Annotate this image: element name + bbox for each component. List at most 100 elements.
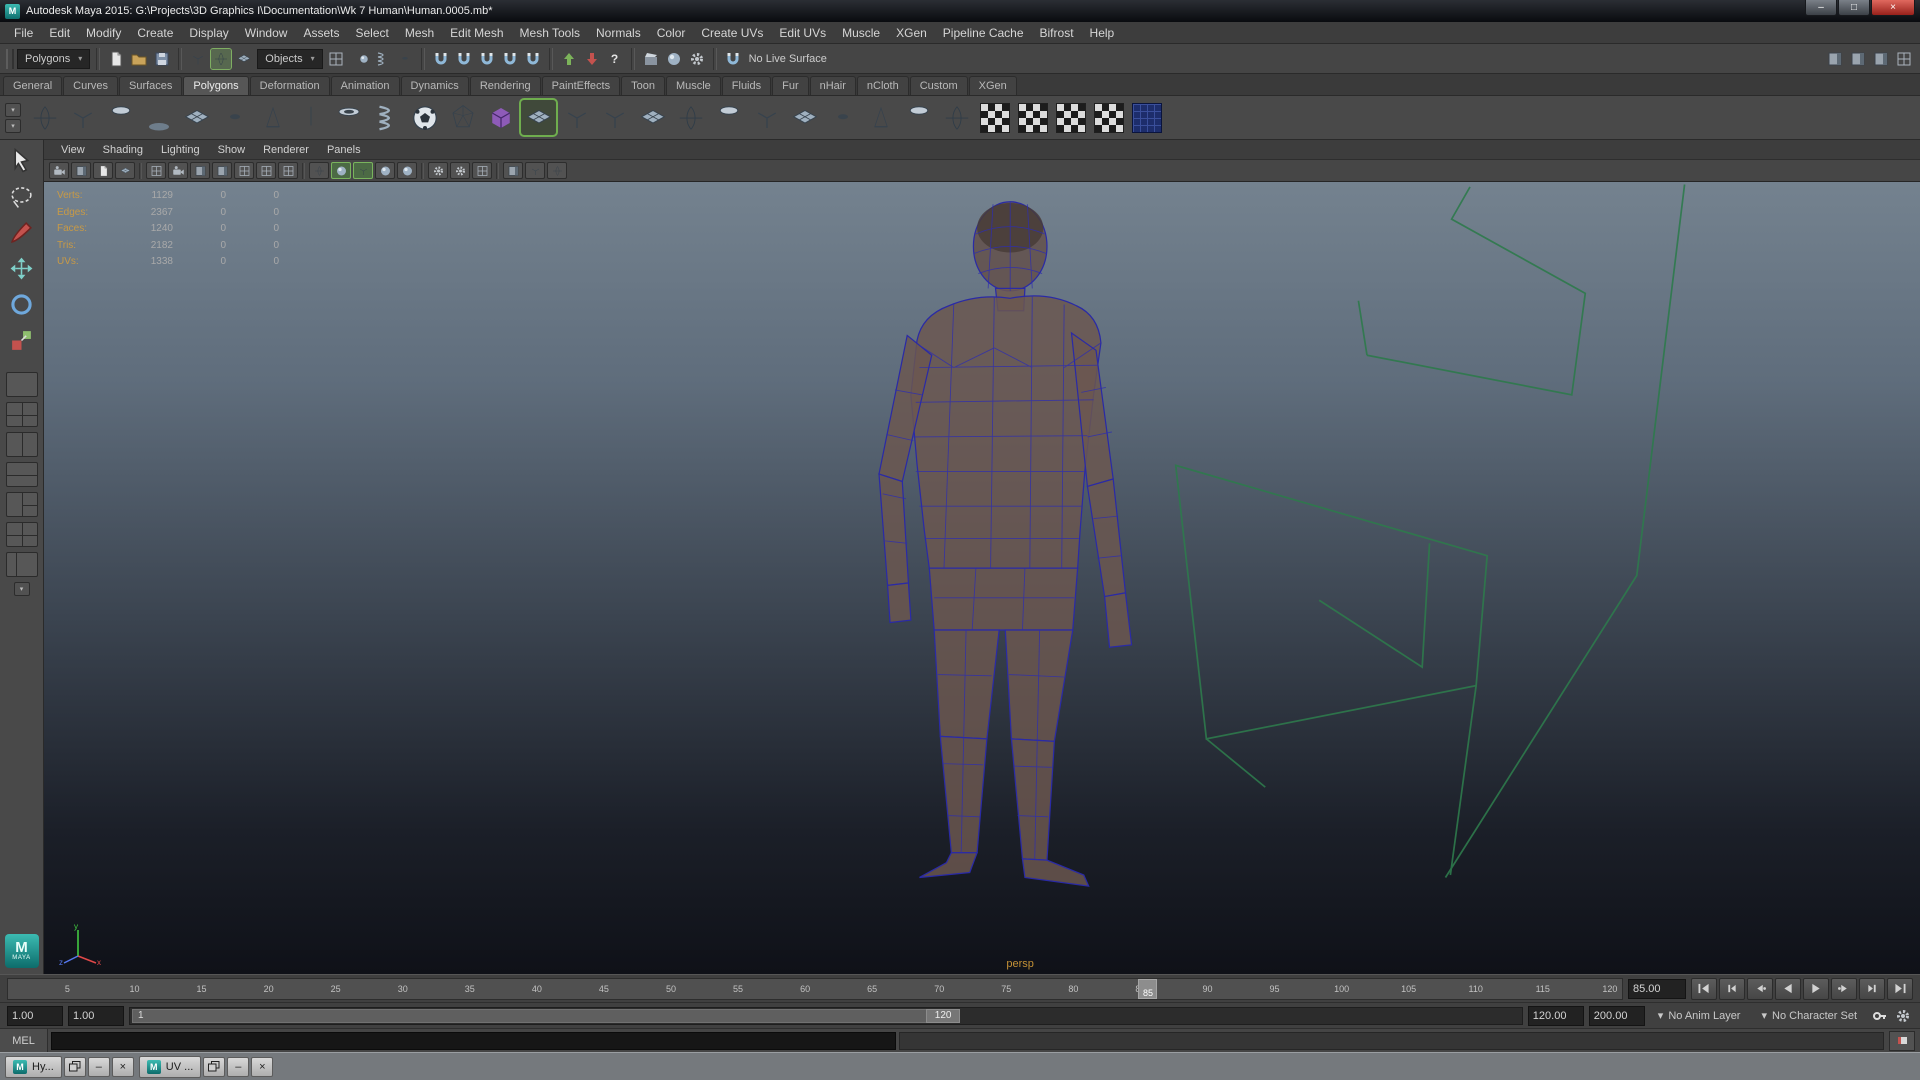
layout-more-button[interactable]: ▾: [14, 582, 30, 596]
range-end-handle[interactable]: 120: [926, 1009, 960, 1023]
menu-modify[interactable]: Modify: [78, 23, 129, 43]
shelf-tab-menu-button[interactable]: ▾: [5, 103, 21, 117]
layout-two-stacked-button[interactable]: [6, 462, 38, 487]
step-back-frame-button[interactable]: [1719, 978, 1745, 1000]
menu-edit[interactable]: Edit: [41, 23, 78, 43]
close-button[interactable]: ×: [1871, 0, 1915, 16]
gate-mask-icon[interactable]: [212, 162, 232, 179]
wireframe-display-icon[interactable]: [309, 162, 329, 179]
shelf-smooth-button[interactable]: [673, 100, 708, 135]
playback-start-field[interactable]: [68, 1006, 124, 1026]
menu-window[interactable]: Window: [237, 23, 296, 43]
shelf-item-menu-button[interactable]: ▾: [5, 119, 21, 133]
shelf-poly-cylinder-button[interactable]: [103, 100, 138, 135]
shelf-tab-deformation[interactable]: Deformation: [250, 76, 330, 95]
shelf-tab-ncloth[interactable]: nCloth: [857, 76, 909, 95]
shelf-insert-edge-loop-button[interactable]: [901, 100, 936, 135]
shelf-uv-checker-4-button[interactable]: [1091, 100, 1126, 135]
menu-edit-mesh[interactable]: Edit Mesh: [442, 23, 511, 43]
shelf-tab-painteffects[interactable]: PaintEffects: [542, 76, 621, 95]
menu-help[interactable]: Help: [1082, 23, 1123, 43]
animation-end-field[interactable]: [1589, 1006, 1645, 1026]
shelf-tab-custom[interactable]: Custom: [910, 76, 968, 95]
selection-mask-selector[interactable]: Objects ▾: [257, 49, 322, 69]
shelf-poly-prism-button[interactable]: [255, 100, 290, 135]
shelf-poly-helix-button[interactable]: [369, 100, 404, 135]
animation-start-field[interactable]: [7, 1006, 63, 1026]
motion-blur-icon[interactable]: [450, 162, 470, 179]
maximize-button[interactable]: □: [1838, 0, 1870, 16]
menu-display[interactable]: Display: [181, 23, 236, 43]
command-result-area[interactable]: [899, 1032, 1884, 1050]
uv-editor-window-button[interactable]: M UV ...: [139, 1056, 202, 1078]
new-scene-icon[interactable]: [106, 49, 126, 69]
script-editor-icon[interactable]: [1889, 1031, 1915, 1051]
layout-single-pane-button[interactable]: [6, 372, 38, 397]
hypershade-restore-button[interactable]: [64, 1057, 86, 1077]
x-ray-icon[interactable]: [525, 162, 545, 179]
select-by-hierarchy-icon[interactable]: [188, 49, 208, 69]
channel-box-toggle-icon[interactable]: [1871, 49, 1891, 69]
shelf-tab-surfaces[interactable]: Surfaces: [119, 76, 182, 95]
command-language-toggle[interactable]: MEL: [0, 1029, 48, 1052]
go-to-end-button[interactable]: [1887, 978, 1913, 1000]
menu-mesh[interactable]: Mesh: [397, 23, 442, 43]
layout-three-split-bottom-button[interactable]: [6, 522, 38, 547]
shelf-tab-fur[interactable]: Fur: [772, 76, 809, 95]
scale-tool-button[interactable]: [5, 325, 39, 356]
shelf-bridge-button[interactable]: [787, 100, 822, 135]
menu-normals[interactable]: Normals: [588, 23, 649, 43]
shelf-uv-checker-3-button[interactable]: [1053, 100, 1088, 135]
shelf-multi-cut-button[interactable]: [863, 100, 898, 135]
viewport[interactable]: Verts:112900 Edges:236700 Faces:124000 T…: [44, 182, 1920, 974]
select-camera-icon[interactable]: [49, 162, 69, 179]
select-tool-button[interactable]: [5, 145, 39, 176]
layout-outliner-persp-button[interactable]: [6, 552, 38, 577]
menu-pipeline-cache[interactable]: Pipeline Cache: [935, 23, 1032, 43]
tool-mode-selector[interactable]: Polygons ▾: [17, 49, 90, 69]
shadows-icon[interactable]: [397, 162, 417, 179]
panel-menu-show[interactable]: Show: [209, 142, 255, 158]
lasso-tool-button[interactable]: [5, 181, 39, 212]
select-by-component-icon[interactable]: [234, 49, 254, 69]
playback-range-bar[interactable]: 1 120: [132, 1009, 960, 1023]
menu-color[interactable]: Color: [649, 23, 694, 43]
modeling-toolkit-toggle-icon[interactable]: [1894, 49, 1914, 69]
input-connections-icon[interactable]: [559, 49, 579, 69]
mask-joints-icon[interactable]: [349, 49, 369, 69]
minimize-button[interactable]: –: [1805, 0, 1837, 16]
anim-layer-selector[interactable]: ▾ No Anim Layer: [1650, 1009, 1749, 1022]
rotate-tool-button[interactable]: [5, 289, 39, 320]
snap-to-plane-icon[interactable]: [500, 49, 520, 69]
output-connections-icon[interactable]: [582, 49, 602, 69]
shelf-tab-fluids[interactable]: Fluids: [722, 76, 771, 95]
shelf-interactive-creation-button[interactable]: [483, 100, 518, 135]
safe-title-icon[interactable]: [278, 162, 298, 179]
multisampling-icon[interactable]: [472, 162, 492, 179]
menu-create[interactable]: Create: [129, 23, 181, 43]
menu-bifrost[interactable]: Bifrost: [1032, 23, 1082, 43]
panel-menu-renderer[interactable]: Renderer: [254, 142, 318, 158]
range-slider-track[interactable]: 1 120: [129, 1007, 1523, 1025]
shelf-combine-button[interactable]: [597, 100, 632, 135]
camera-attributes-icon[interactable]: [71, 162, 91, 179]
current-time-field[interactable]: [1628, 979, 1686, 999]
time-slider[interactable]: 5101520253035404550556065707580859095100…: [7, 978, 1623, 1000]
menu-assets[interactable]: Assets: [295, 23, 347, 43]
menu-file[interactable]: File: [6, 23, 41, 43]
shelf-tab-dynamics[interactable]: Dynamics: [401, 76, 469, 95]
shaded-display-icon[interactable]: [331, 162, 351, 179]
shelf-tab-nhair[interactable]: nHair: [810, 76, 856, 95]
tool-settings-toggle-icon[interactable]: [1848, 49, 1868, 69]
paint-selection-tool-button[interactable]: [5, 217, 39, 248]
status-line-grip[interactable]: [6, 49, 14, 69]
snap-to-grid-icon[interactable]: [431, 49, 451, 69]
panel-menu-shading[interactable]: Shading: [94, 142, 152, 158]
hypershade-window-button[interactable]: M Hy...: [5, 1056, 62, 1078]
shelf-poly-torus-button[interactable]: [217, 100, 252, 135]
chair-curves[interactable]: [1176, 184, 1685, 877]
shelf-poly-pyramid-button[interactable]: [293, 100, 328, 135]
ipr-render-icon[interactable]: [664, 49, 684, 69]
resolution-gate-icon[interactable]: [190, 162, 210, 179]
human-model[interactable]: [879, 202, 1132, 886]
